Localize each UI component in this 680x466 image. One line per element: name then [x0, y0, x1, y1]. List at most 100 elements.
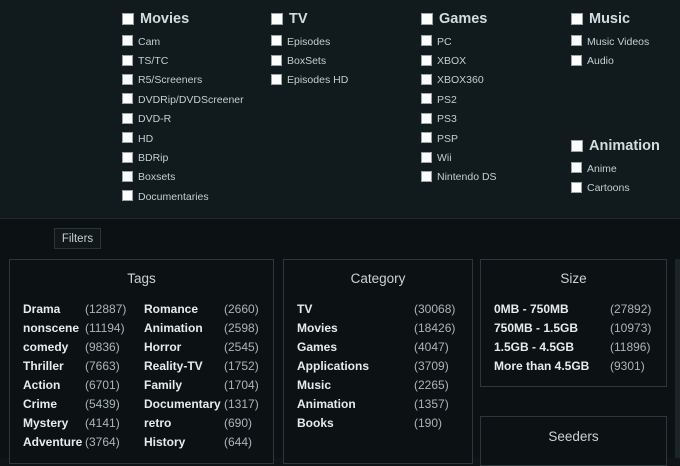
- filter-name[interactable]: Documentary: [144, 397, 221, 411]
- filter-name[interactable]: Music: [297, 378, 331, 392]
- option-checkbox[interactable]: [271, 35, 282, 47]
- animation-checkbox[interactable]: [571, 140, 583, 152]
- filter-name[interactable]: Movies: [297, 321, 338, 335]
- filter-name[interactable]: Thriller: [23, 359, 64, 373]
- category-option[interactable]: HD: [122, 128, 244, 147]
- option-checkbox[interactable]: [122, 93, 133, 105]
- filters-tab[interactable]: Filters: [54, 228, 101, 249]
- category-option[interactable]: Anime: [571, 158, 660, 177]
- category-option[interactable]: Cam: [122, 31, 244, 50]
- option-checkbox[interactable]: [271, 73, 282, 85]
- option-checkbox[interactable]: [421, 93, 432, 105]
- category-option[interactable]: Episodes HD: [271, 70, 348, 89]
- filter-count: (11194): [85, 321, 125, 335]
- category-option[interactable]: XBOX360: [421, 70, 497, 89]
- tv-category-header[interactable]: TV: [271, 10, 348, 28]
- category-option[interactable]: TS/TC: [122, 50, 244, 69]
- filter-name[interactable]: Books: [297, 416, 334, 430]
- tv-category-group: TV Episodes BoxSets Episodes HD: [271, 10, 348, 89]
- games-label: Games: [439, 11, 488, 27]
- movies-category-header[interactable]: Movies: [122, 10, 244, 28]
- option-checkbox[interactable]: [122, 112, 133, 124]
- filter-name[interactable]: Reality-TV: [144, 359, 203, 373]
- filter-name[interactable]: Animation: [144, 321, 203, 335]
- option-checkbox[interactable]: [122, 190, 133, 202]
- category-option[interactable]: DVD-R: [122, 109, 244, 128]
- category-option[interactable]: PS3: [421, 109, 497, 128]
- filter-name[interactable]: 750MB - 1.5GB: [494, 321, 578, 335]
- filter-name[interactable]: History: [144, 435, 185, 449]
- filter-count: (7663): [85, 359, 120, 373]
- filter-name[interactable]: TV: [297, 302, 312, 316]
- movies-checkbox[interactable]: [122, 13, 134, 25]
- option-checkbox[interactable]: [122, 54, 133, 66]
- category-option[interactable]: Documentaries: [122, 186, 244, 205]
- music-category-header[interactable]: Music: [571, 10, 649, 28]
- filter-name[interactable]: nonscene: [23, 321, 79, 335]
- option-checkbox[interactable]: [421, 35, 432, 47]
- option-checkbox[interactable]: [122, 73, 133, 85]
- games-checkbox[interactable]: [421, 13, 433, 25]
- category-option[interactable]: Nintendo DS: [421, 167, 497, 186]
- category-option[interactable]: XBOX: [421, 50, 497, 69]
- category-option[interactable]: Cartoons: [571, 177, 660, 196]
- option-checkbox[interactable]: [571, 162, 582, 174]
- category-option[interactable]: DVDRip/DVDScreener: [122, 89, 244, 108]
- option-checkbox[interactable]: [122, 35, 133, 47]
- option-checkbox[interactable]: [122, 151, 133, 163]
- option-checkbox[interactable]: [571, 35, 582, 47]
- filter-count: (2598): [224, 321, 259, 335]
- category-option[interactable]: Audio: [571, 50, 649, 69]
- games-category-group: Games PC XBOX XBOX360 PS2 PS3 PSP Wii Ni…: [421, 10, 497, 186]
- filter-name[interactable]: Action: [23, 378, 60, 392]
- filter-name[interactable]: Family: [144, 378, 182, 392]
- music-label: Music: [589, 11, 631, 27]
- option-checkbox[interactable]: [271, 54, 282, 66]
- option-checkbox[interactable]: [421, 54, 432, 66]
- option-checkbox[interactable]: [421, 112, 432, 124]
- option-checkbox[interactable]: [421, 73, 432, 85]
- filter-count: (1317): [224, 397, 259, 411]
- category-title: Category: [350, 271, 406, 286]
- animation-category-header[interactable]: Animation: [571, 137, 660, 155]
- option-checkbox[interactable]: [421, 170, 432, 182]
- category-option[interactable]: PSP: [421, 128, 497, 147]
- option-checkbox[interactable]: [571, 181, 582, 193]
- filter-name[interactable]: Drama: [23, 302, 60, 316]
- option-checkbox[interactable]: [122, 170, 133, 182]
- filter-name[interactable]: More than 4.5GB: [494, 359, 589, 373]
- option-label: Episodes: [287, 35, 331, 48]
- filter-name[interactable]: 0MB - 750MB: [494, 302, 569, 316]
- option-checkbox[interactable]: [421, 132, 432, 144]
- filter-count: (27892): [610, 302, 652, 316]
- category-option[interactable]: Episodes: [271, 31, 348, 50]
- filter-name[interactable]: Animation: [297, 397, 356, 411]
- music-checkbox[interactable]: [571, 13, 583, 25]
- filter-name[interactable]: Crime: [23, 397, 57, 411]
- option-checkbox[interactable]: [122, 132, 133, 144]
- filter-name[interactable]: Adventure: [23, 435, 82, 449]
- category-option[interactable]: BoxSets: [271, 50, 348, 69]
- filter-name[interactable]: Mystery: [23, 416, 68, 430]
- option-checkbox[interactable]: [421, 151, 432, 163]
- filter-name[interactable]: Romance: [144, 302, 198, 316]
- option-checkbox[interactable]: [571, 54, 582, 66]
- category-option[interactable]: R5/Screeners: [122, 70, 244, 89]
- category-option[interactable]: BDRip: [122, 147, 244, 166]
- category-option[interactable]: Music Videos: [571, 31, 649, 50]
- filter-count: (1357): [414, 397, 449, 411]
- filter-name[interactable]: Horror: [144, 340, 181, 354]
- filter-name[interactable]: comedy: [23, 340, 68, 354]
- filter-count: (10973): [610, 321, 652, 335]
- filter-name[interactable]: 1.5GB - 4.5GB: [494, 340, 574, 354]
- category-option[interactable]: Boxsets: [122, 167, 244, 186]
- filter-name[interactable]: Applications: [297, 359, 369, 373]
- games-category-header[interactable]: Games: [421, 10, 497, 28]
- tv-checkbox[interactable]: [271, 13, 283, 25]
- option-label: PSP: [437, 132, 459, 145]
- category-option[interactable]: PS2: [421, 89, 497, 108]
- category-option[interactable]: PC: [421, 31, 497, 50]
- filter-name[interactable]: Games: [297, 340, 337, 354]
- filter-name[interactable]: retro: [144, 416, 171, 430]
- category-option[interactable]: Wii: [421, 147, 497, 166]
